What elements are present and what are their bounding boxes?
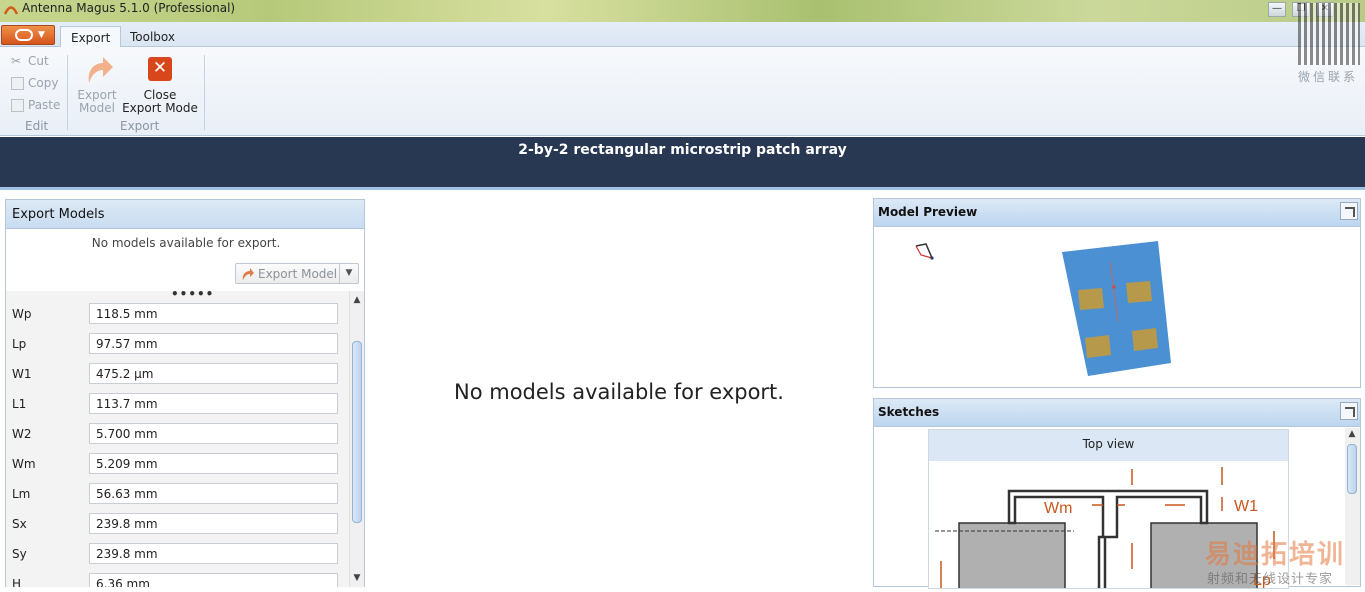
parameter-row: Sx 239.8 mm <box>6 509 351 539</box>
parameter-value-field[interactable]: 239.8 mm <box>89 513 338 534</box>
ribbon-body: ✂ Cut Copy Paste Edit Export Model ✕ Clo… <box>0 47 1365 136</box>
tab-toolbox[interactable]: Toolbox <box>120 26 185 48</box>
parameter-value-field[interactable]: 97.57 mm <box>89 333 338 354</box>
sketches-scrollbar[interactable]: ▲ <box>1345 428 1360 585</box>
scroll-up-icon[interactable]: ▲ <box>350 293 364 307</box>
sketch-label-w1: W1 <box>1234 498 1258 515</box>
parameter-value-field[interactable]: 113.7 mm <box>89 393 338 414</box>
group-separator <box>204 55 205 130</box>
parameter-name: Lp <box>12 337 27 351</box>
export-arrow-icon <box>242 268 254 280</box>
page-title: 2-by-2 rectangular microstrip patch arra… <box>518 142 847 158</box>
ribbon-tab-row: ▼ Export Toolbox <box>0 22 1365 48</box>
paste-label: Paste <box>28 98 61 112</box>
export-model-split-button[interactable]: Export Model ▼ <box>235 263 359 284</box>
model-header-band: 2-by-2 rectangular microstrip patch arra… <box>0 137 1365 190</box>
parameter-value-field[interactable]: 5.209 mm <box>89 453 338 474</box>
parameter-list[interactable]: ••••• Wp 118.5 mm Lp 97.57 mm W1 475.2 µm L1 11… <box>6 291 351 587</box>
app-menu-logo-icon <box>15 29 33 41</box>
parameter-scrollbar[interactable]: ▲ ▼ <box>349 291 364 587</box>
export-arrow-icon <box>88 57 113 83</box>
scissors-icon: ✂ <box>11 54 22 68</box>
cut-label: Cut <box>28 54 49 68</box>
parameter-value-field[interactable]: 239.8 mm <box>89 543 338 564</box>
parameter-row: Lm 56.63 mm <box>6 479 351 509</box>
parameter-row: Sy 239.8 mm <box>6 539 351 569</box>
parameter-name: H <box>12 577 22 587</box>
scrollbar-thumb[interactable] <box>352 341 362 523</box>
close-export-mode-button[interactable]: ✕ Close Export Mode <box>122 53 198 115</box>
watermark-brand: 易迪拓培训 <box>1205 540 1346 570</box>
parameter-name: Sx <box>12 517 27 531</box>
parameter-name: Wp <box>12 307 32 321</box>
parameter-name: W2 <box>12 427 32 441</box>
export-models-title: Export Models <box>6 200 364 229</box>
qr-caption: 微信联系 <box>1298 70 1359 84</box>
no-models-message: No models available for export. <box>454 380 784 404</box>
antenna-model <box>1062 241 1171 376</box>
chevron-down-icon[interactable]: ▼ <box>339 264 358 283</box>
parameter-row: Lp 97.57 mm <box>6 329 351 359</box>
chevron-down-icon: ▼ <box>38 30 45 40</box>
model-preview-panel: Model Preview <box>873 198 1361 388</box>
title-bar: Antenna Magus 5.1.0 (Professional) — ❐ ✕ <box>0 0 1365 22</box>
parameter-name: Wm <box>12 457 36 471</box>
edit-group-label: Edit <box>25 119 49 133</box>
sketch-label-wm: Wm <box>1044 500 1072 517</box>
axis-triad-icon <box>915 243 934 260</box>
copy-label: Copy <box>28 76 59 90</box>
export-model-ribbon-button[interactable]: Export Model <box>74 53 120 115</box>
copy-icon <box>11 77 24 90</box>
export-group-label: Export <box>120 119 160 133</box>
close-icon: ✕ <box>148 57 172 81</box>
parameter-name: Lm <box>12 487 31 501</box>
application-menu-button[interactable]: ▼ <box>1 25 55 45</box>
scroll-down-icon[interactable]: ▼ <box>350 571 364 585</box>
popout-icon[interactable] <box>1340 202 1358 220</box>
parameter-row: H 6.36 mm <box>6 569 351 587</box>
scroll-up-icon[interactable]: ▲ <box>1345 429 1359 439</box>
window-title: Antenna Magus 5.1.0 (Professional) <box>22 1 236 15</box>
paste-icon <box>11 99 24 112</box>
sketches-title: Sketches <box>874 399 1360 427</box>
parameter-value-field[interactable]: 475.2 µm <box>89 363 338 384</box>
sketch-view-title: Top view <box>929 430 1288 461</box>
popout-icon[interactable] <box>1340 402 1358 420</box>
parameter-name: L1 <box>12 397 27 411</box>
group-separator <box>67 55 68 130</box>
parameter-row: Wp 118.5 mm <box>6 299 351 329</box>
parameter-value-field[interactable]: 56.63 mm <box>89 483 338 504</box>
parameter-name: W1 <box>12 367 32 381</box>
export-models-status: No models available for export. <box>91 236 281 250</box>
tab-export[interactable]: Export <box>60 26 122 48</box>
model-preview-title: Model Preview <box>874 199 1360 227</box>
watermark-subtitle: 射频和天线设计专家 <box>1207 572 1334 587</box>
export-models-panel: Export Models No models available for ex… <box>5 199 365 587</box>
export-model-button-label: Export Model <box>258 267 338 281</box>
parameter-value-field[interactable]: 6.36 mm <box>89 573 338 587</box>
parameter-row: Wm 5.209 mm <box>6 449 351 479</box>
parameter-row: L1 113.7 mm <box>6 389 351 419</box>
parameter-name: Sy <box>12 547 27 561</box>
antenna-magus-logo-icon <box>4 6 18 15</box>
scrollbar-thumb[interactable] <box>1347 444 1357 494</box>
parameter-value-field[interactable]: 118.5 mm <box>89 303 338 324</box>
qr-code-image <box>1298 3 1360 65</box>
export-model-line2: Model <box>78 101 116 115</box>
minimize-button[interactable]: — <box>1268 2 1286 17</box>
parameter-value-field[interactable]: 5.700 mm <box>89 423 338 444</box>
close-export-line2: Export Mode <box>122 101 198 115</box>
parameter-row: W1 475.2 µm <box>6 359 351 389</box>
model-preview-canvas[interactable] <box>874 228 1360 388</box>
parameter-row: W2 5.700 mm <box>6 419 351 449</box>
